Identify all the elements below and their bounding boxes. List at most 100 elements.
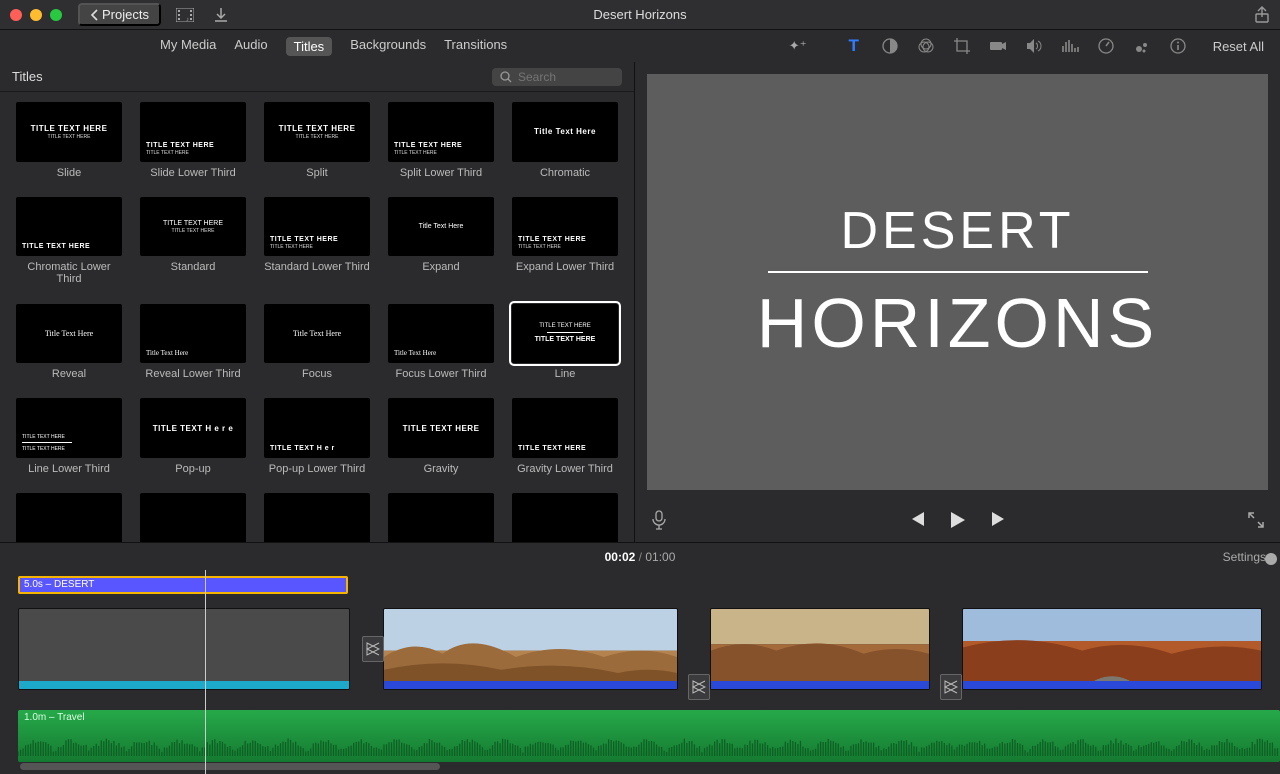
title-item-15[interactable]: TITLE TEXT HERETITLE TEXT HERE Line Lower…: [16, 398, 122, 475]
share-icon[interactable]: [1254, 6, 1270, 24]
title-label: Pop-up: [175, 463, 210, 475]
tab-titles[interactable]: Titles: [286, 37, 333, 56]
window-minimize-button[interactable]: [30, 9, 42, 21]
title-item-10[interactable]: Title Text HereReveal: [16, 304, 122, 381]
video-clip-3[interactable]: [710, 608, 930, 690]
video-clip-2[interactable]: [383, 608, 678, 690]
search-field[interactable]: [492, 68, 622, 86]
play-button[interactable]: [950, 511, 966, 534]
tab-transitions[interactable]: Transitions: [444, 37, 507, 56]
settings-button[interactable]: Settings: [1223, 550, 1266, 564]
search-icon: [500, 71, 512, 83]
tab-my-media[interactable]: My Media: [160, 37, 216, 56]
timeline-header: 00:02 / 01:00 Settings: [0, 542, 1280, 570]
video-track: [18, 608, 1280, 690]
title-thumb: TITLE TEXT HERE: [16, 197, 122, 257]
title-thumb: TITLE TEXT HERETITLE TEXT HERE: [264, 102, 370, 162]
title-item-6[interactable]: TITLE TEXT HERETITLE TEXT HEREStandard: [140, 197, 246, 286]
import-icon[interactable]: [209, 3, 233, 27]
title-item-16[interactable]: TITLE TEXT H e r e Pop-up: [140, 398, 246, 475]
enhance-icon[interactable]: ✦⁺: [789, 37, 807, 55]
titlebar: Projects ♪ Desert Horizons: [0, 0, 1280, 30]
title-item-21[interactable]: [140, 493, 246, 542]
next-frame-button[interactable]: [990, 511, 1008, 534]
title-item-0[interactable]: TITLE TEXT HERETITLE TEXT HERESlide: [16, 102, 122, 179]
preview-viewer[interactable]: DESERT HORIZONS: [647, 74, 1268, 490]
title-thumb: TITLE TEXT HERETITLE TEXT HERE: [140, 197, 246, 257]
title-item-2[interactable]: TITLE TEXT HERETITLE TEXT HERESplit: [264, 102, 370, 179]
svg-text:♪: ♪: [186, 17, 189, 22]
audio-track: 1.0m – Travel: [18, 710, 1280, 765]
title-label: Slide Lower Third: [150, 167, 235, 179]
title-label: Gravity: [424, 463, 459, 475]
title-item-20[interactable]: [16, 493, 122, 542]
title-item-11[interactable]: Title Text HereReveal Lower Third: [140, 304, 246, 381]
video-clip-1[interactable]: [18, 608, 350, 690]
transition-3[interactable]: [940, 674, 962, 700]
title-item-24[interactable]: [512, 493, 618, 542]
filmstrip-icon[interactable]: ♪: [173, 3, 197, 27]
title-thumb: TITLE TEXT H e r e: [140, 398, 246, 458]
time-total: 01:00: [645, 550, 675, 564]
title-clip[interactable]: 5.0s – DESERT: [18, 576, 348, 594]
title-item-7[interactable]: TITLE TEXT HERETITLE TEXT HEREStandard L…: [264, 197, 370, 286]
title-label: Line Lower Third: [28, 463, 110, 475]
transition-1[interactable]: [362, 636, 384, 662]
title-item-1[interactable]: TITLE TEXT HERETITLE TEXT HERESlide Lowe…: [140, 102, 246, 179]
title-item-22[interactable]: [264, 493, 370, 542]
video-clip-4[interactable]: [962, 608, 1262, 690]
back-to-projects-button[interactable]: Projects: [78, 3, 161, 26]
text-tool-icon[interactable]: T: [845, 37, 863, 55]
title-item-9[interactable]: TITLE TEXT HERETITLE TEXT HEREExpand Low…: [512, 197, 618, 286]
title-thumb: Title Text Here: [512, 102, 618, 162]
effects-icon[interactable]: [1133, 37, 1151, 55]
title-item-23[interactable]: [388, 493, 494, 542]
volume-icon[interactable]: [1025, 37, 1043, 55]
title-label: Expand: [422, 261, 459, 273]
title-thumb: TITLE TEXT HERETITLE TEXT HERE: [264, 197, 370, 257]
title-item-19[interactable]: TITLE TEXT HEREGravity Lower Third: [512, 398, 618, 475]
title-item-13[interactable]: Title Text HereFocus Lower Third: [388, 304, 494, 381]
inspector-toolbar: ✦⁺ T Reset All: [789, 37, 1280, 55]
titles-browser: Titles TITLE TEXT HERETITLE TEXT HERESli…: [0, 62, 635, 542]
title-item-14[interactable]: TITLE TEXT HERETITLE TEXT HERELine: [512, 304, 618, 381]
window-zoom-button[interactable]: [50, 9, 62, 21]
title-item-17[interactable]: TITLE TEXT H e rPop-up Lower Third: [264, 398, 370, 475]
horizontal-scrollbar[interactable]: [20, 763, 440, 770]
fullscreen-icon[interactable]: [1248, 512, 1264, 533]
title-item-18[interactable]: TITLE TEXT HERE Gravity: [388, 398, 494, 475]
preview-divider: [768, 271, 1148, 273]
title-label: Pop-up Lower Third: [269, 463, 365, 475]
stabilization-icon[interactable]: [989, 37, 1007, 55]
transition-2[interactable]: [688, 674, 710, 700]
noise-reduction-icon[interactable]: [1061, 37, 1079, 55]
title-item-3[interactable]: TITLE TEXT HERETITLE TEXT HERESplit Lowe…: [388, 102, 494, 179]
info-icon[interactable]: [1169, 37, 1187, 55]
title-item-4[interactable]: Title Text HereChromatic: [512, 102, 618, 179]
title-item-8[interactable]: Title Text HereExpand: [388, 197, 494, 286]
title-label: Gravity Lower Third: [517, 463, 613, 475]
window-close-button[interactable]: [10, 9, 22, 21]
timeline[interactable]: 5.0s – DESERT 1.0m – Travel: [0, 570, 1280, 774]
title-thumb: TITLE TEXT HERETITLE TEXT HERE: [16, 398, 122, 458]
prev-frame-button[interactable]: [908, 511, 926, 534]
preview-line2: HORIZONS: [757, 283, 1158, 363]
title-thumb: [388, 493, 494, 542]
audio-clip[interactable]: 1.0m – Travel: [18, 710, 1280, 762]
title-label: Chromatic Lower Third: [16, 261, 122, 285]
title-thumb: [512, 493, 618, 542]
crop-icon[interactable]: [953, 37, 971, 55]
title-label: Reveal: [52, 368, 86, 380]
title-item-5[interactable]: TITLE TEXT HERE Chromatic Lower Third: [16, 197, 122, 286]
color-balance-icon[interactable]: [881, 37, 899, 55]
color-correction-icon[interactable]: [917, 37, 935, 55]
title-item-12[interactable]: Title Text HereFocus: [264, 304, 370, 381]
reset-all-button[interactable]: Reset All: [1213, 39, 1264, 54]
speed-icon[interactable]: [1097, 37, 1115, 55]
voiceover-icon[interactable]: [651, 510, 667, 535]
search-input[interactable]: [518, 70, 598, 84]
playhead[interactable]: [205, 570, 206, 774]
title-thumb: TITLE TEXT HERE: [388, 398, 494, 458]
tab-audio[interactable]: Audio: [234, 37, 267, 56]
tab-backgrounds[interactable]: Backgrounds: [350, 37, 426, 56]
